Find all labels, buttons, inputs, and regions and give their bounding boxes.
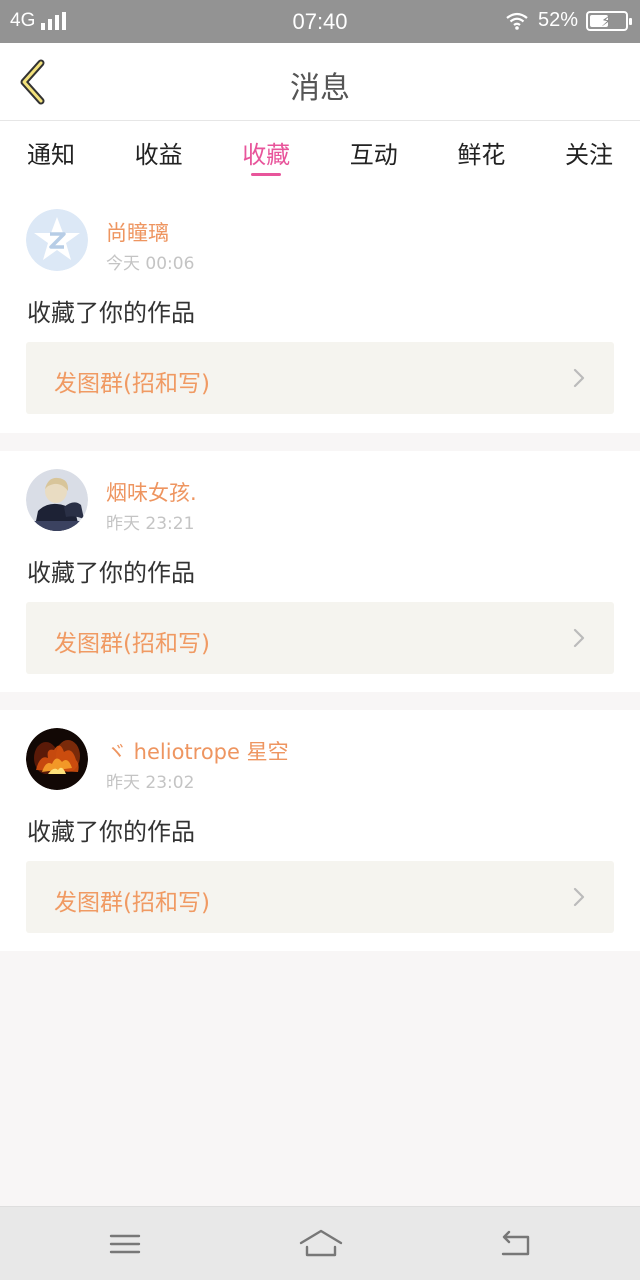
work-title: 发图群(招和写) xyxy=(54,631,210,657)
page-title: 消息 xyxy=(290,71,350,106)
message-list: 尚瞳璃 今天 00:06 收藏了你的作品 发图群(招和写) 烟味女孩. 昨天 2… xyxy=(0,191,640,951)
header: 消息 xyxy=(0,43,640,121)
tab-label: 关注 xyxy=(564,141,613,169)
tab-label: 收益 xyxy=(134,141,183,169)
tab-bar: 通知 收益 收藏 互动 鲜花 关注 xyxy=(0,121,640,191)
tab-label: 通知 xyxy=(27,141,75,169)
battery-percent: 52% xyxy=(537,9,578,31)
message-time: 昨天 23:02 xyxy=(106,773,195,793)
message-card: 烟味女孩. 昨天 23:21 收藏了你的作品 发图群(招和写) xyxy=(0,451,640,692)
charging-icon: ⚡ xyxy=(601,12,612,30)
menu-icon[interactable] xyxy=(105,1227,145,1261)
wifi-icon xyxy=(506,12,528,30)
username[interactable]: ヾ heliotrope 星空 xyxy=(106,736,289,766)
tab-earnings[interactable]: 收益 xyxy=(135,121,183,191)
chevron-right-icon xyxy=(573,887,585,907)
message-time: 今天 00:06 xyxy=(106,254,195,274)
status-right: 52% ⚡ xyxy=(506,9,632,32)
avatar[interactable] xyxy=(26,469,88,531)
username[interactable]: 烟味女孩. xyxy=(106,477,197,507)
tab-following[interactable]: 关注 xyxy=(565,121,613,191)
tab-favorites[interactable]: 收藏 xyxy=(242,121,290,191)
work-link[interactable]: 发图群(招和写) xyxy=(26,861,614,933)
avatar[interactable] xyxy=(26,209,88,271)
home-icon[interactable] xyxy=(298,1227,344,1261)
message-text: 收藏了你的作品 xyxy=(27,559,195,587)
work-link[interactable]: 发图群(招和写) xyxy=(26,602,614,674)
tab-interactions[interactable]: 互动 xyxy=(350,121,398,191)
avatar[interactable] xyxy=(26,728,88,790)
tab-label: 鲜花 xyxy=(457,141,506,169)
message-time: 昨天 23:21 xyxy=(106,514,195,534)
work-link[interactable]: 发图群(招和写) xyxy=(26,342,614,414)
back-icon[interactable] xyxy=(496,1227,536,1261)
status-bar: 4G 07:40 52% ⚡ xyxy=(0,0,640,43)
tab-label: 收藏 xyxy=(242,141,291,169)
system-nav-bar xyxy=(0,1206,640,1280)
chevron-right-icon xyxy=(573,368,585,388)
chevron-right-icon xyxy=(573,628,585,648)
tab-flowers[interactable]: 鲜花 xyxy=(457,121,505,191)
tab-notifications[interactable]: 通知 xyxy=(27,121,75,191)
message-card: ヾ heliotrope 星空 昨天 23:02 收藏了你的作品 发图群(招和写… xyxy=(0,710,640,951)
message-card: 尚瞳璃 今天 00:06 收藏了你的作品 发图群(招和写) xyxy=(0,191,640,433)
work-title: 发图群(招和写) xyxy=(54,890,210,916)
message-text: 收藏了你的作品 xyxy=(27,818,195,846)
tab-label: 互动 xyxy=(349,141,398,169)
battery-icon: ⚡ xyxy=(586,10,632,31)
message-text: 收藏了你的作品 xyxy=(27,299,195,327)
username[interactable]: 尚瞳璃 xyxy=(106,217,169,247)
work-title: 发图群(招和写) xyxy=(54,371,210,397)
